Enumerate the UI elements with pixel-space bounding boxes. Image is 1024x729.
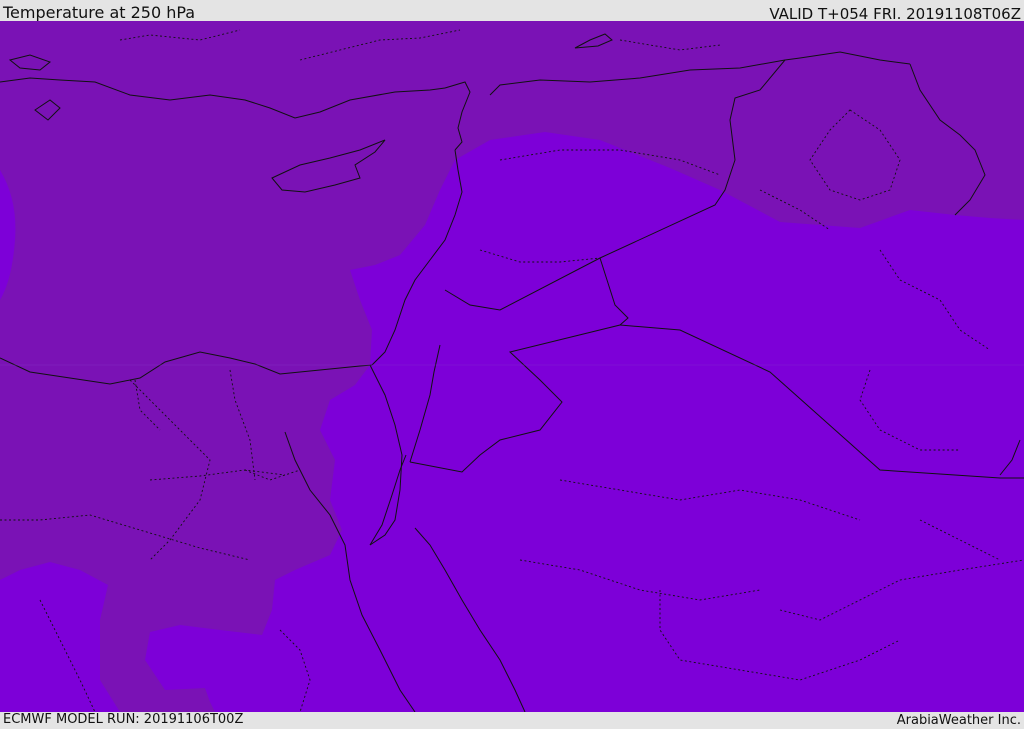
credit-label: ArabiaWeather Inc. [896,713,1021,728]
map-title: Temperature at 250 hPa [3,3,196,22]
weather-map [0,21,1024,712]
model-run-label: ECMWF MODEL RUN: 20191106T00Z [3,712,244,727]
footer-bar: ECMWF MODEL RUN: 20191106T00Z ArabiaWeat… [0,712,1024,729]
header-bar: Temperature at 250 hPa VALID T+054 FRI. … [0,0,1024,23]
